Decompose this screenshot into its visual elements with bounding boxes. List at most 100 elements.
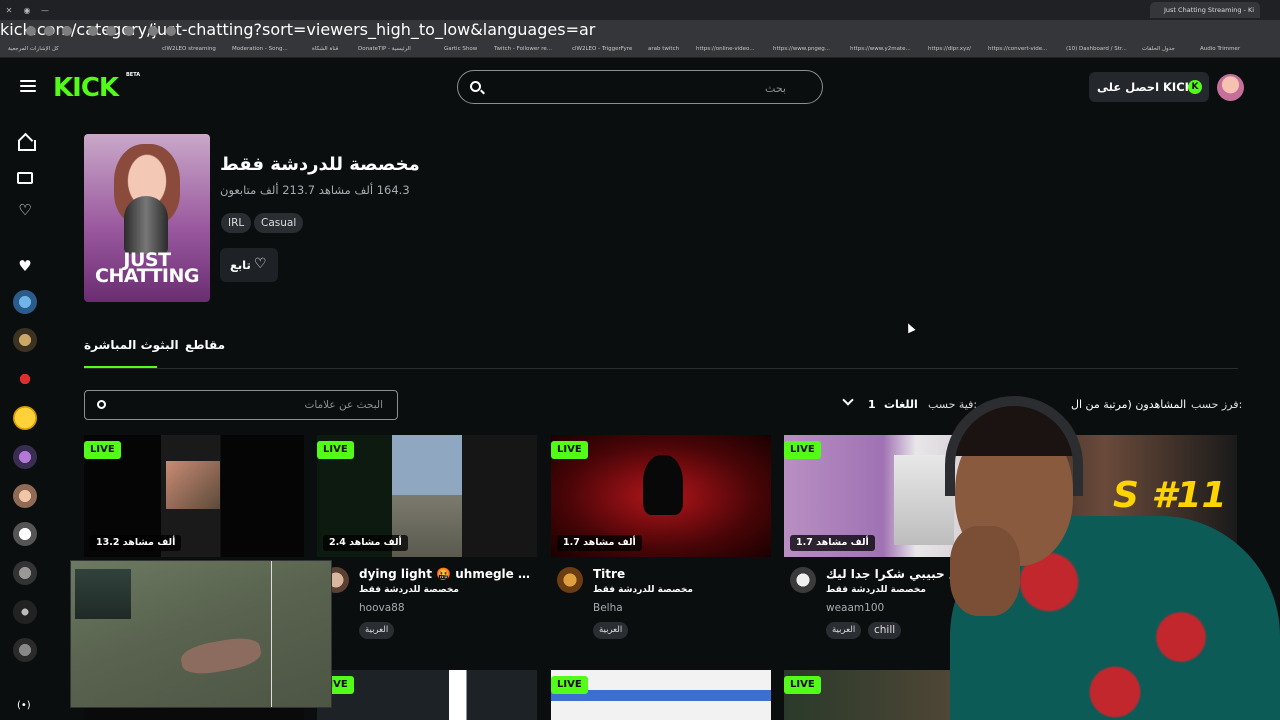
- stream-title[interactable]: dying light 🤬 uhmegle 🤣 ...: [359, 567, 535, 581]
- game-scene: [179, 634, 263, 678]
- category-stats: 164.3 ألف مشاهد 213.7 ألف متابعون: [220, 183, 410, 197]
- followed-channel-avatar[interactable]: [13, 484, 37, 508]
- streamer-avatar[interactable]: [790, 567, 816, 593]
- followed-channel-avatar[interactable]: [13, 328, 37, 352]
- stream-thumbnail[interactable]: LIVE 1.7 ألف مشاهد: [551, 435, 771, 557]
- bookmark-item[interactable]: Twitch - Follower re...: [494, 46, 552, 52]
- game-scene-line: [271, 561, 272, 707]
- tag-search[interactable]: [84, 390, 398, 420]
- browser-tab-active[interactable]: Just Chatting Streaming - Ki: [1150, 2, 1260, 18]
- profile-icon[interactable]: [26, 26, 36, 36]
- category-title: مخصصة للدردشة فقط: [220, 154, 420, 175]
- tab-clips[interactable]: مقاطع: [185, 338, 225, 352]
- category-tag[interactable]: Casual: [254, 213, 304, 233]
- browser-address-bar: kick.com/category/just-chatting?sort=vie…: [0, 20, 1280, 42]
- settings-icon[interactable]: [106, 26, 116, 36]
- tab-favicon-icon[interactable]: ◉: [18, 6, 36, 15]
- bookmark-item[interactable]: https://online-video...: [696, 46, 755, 52]
- bookmark-item[interactable]: https://www.y2mate...: [850, 46, 911, 52]
- bookmark-item[interactable]: Audio Trimmer: [1200, 46, 1240, 52]
- follow-button[interactable]: تابع ♡: [220, 248, 278, 282]
- beta-badge: BETA: [126, 72, 141, 78]
- star-icon[interactable]: [148, 26, 158, 36]
- languages-count: 1: [868, 398, 876, 411]
- extension-icon[interactable]: [62, 26, 72, 36]
- followed-channel-avatar[interactable]: [13, 406, 37, 430]
- headset-icon: [945, 396, 1083, 496]
- category-cover-image: JUST CHATTING: [84, 134, 210, 302]
- tag-search-input[interactable]: [113, 397, 383, 413]
- stream-thumbnail[interactable]: LIVE 2.4 ألف مشاهد: [317, 435, 537, 557]
- stream-tag[interactable]: العربية: [359, 622, 395, 639]
- bookmark-item[interactable]: جدول الحلقات: [1142, 46, 1175, 52]
- thumbnail-content: [166, 461, 220, 509]
- streamer-username[interactable]: hoova88: [359, 602, 405, 614]
- close-tab-icon[interactable]: ✕: [0, 6, 18, 15]
- minimize-icon[interactable]: —: [36, 6, 54, 15]
- site-search[interactable]: [457, 70, 823, 104]
- bookmark-item[interactable]: https://convert-vide...: [988, 46, 1047, 52]
- bookmarks-bar: كل الإشارات المرجعية clW2LEO streaming M…: [0, 42, 1280, 58]
- followed-channel-avatar[interactable]: [13, 638, 37, 662]
- search-icon: [470, 81, 481, 92]
- browser-tab-strip: ✕ ◉ — Just Chatting Streaming - Ki: [0, 0, 1280, 20]
- stream-thumbnail[interactable]: LIVE: [317, 670, 537, 720]
- game-capture-overlay: [70, 560, 332, 708]
- bookmark-item[interactable]: clW2LEO - TriggerFyre: [572, 46, 632, 52]
- stream-title[interactable]: Titre: [593, 567, 769, 581]
- search-icon[interactable]: [166, 26, 176, 36]
- stream-category[interactable]: مخصصة للدردشة فقط: [359, 585, 459, 595]
- followed-channel-avatar[interactable]: [13, 290, 37, 314]
- followed-channels-icon[interactable]: ♥: [17, 258, 33, 274]
- followed-channel-avatar[interactable]: [13, 600, 37, 624]
- get-kicks-button[interactable]: احصل على KICKs K: [1089, 72, 1209, 102]
- bookmark-item[interactable]: قناة الشكاة: [312, 46, 338, 52]
- bookmark-item[interactable]: Moderation - Song...: [232, 46, 288, 52]
- bookmark-item[interactable]: https://www.pngeg...: [773, 46, 830, 52]
- bookmark-item[interactable]: arab twitch: [648, 46, 679, 52]
- bookmark-item[interactable]: Gartic Show: [444, 46, 477, 52]
- tab-live-streams[interactable]: البثوث المباشرة: [84, 338, 179, 352]
- followed-channel-avatar[interactable]: [13, 367, 37, 391]
- category-tag[interactable]: IRL: [221, 213, 252, 233]
- stream-thumbnail[interactable]: LIVE 13.2 ألف مشاهد: [84, 435, 304, 557]
- live-badge: LIVE: [84, 441, 121, 459]
- cover-text: JUST CHATTING: [95, 249, 200, 287]
- bookmark-item[interactable]: https://dlpr.xyz/: [928, 46, 971, 52]
- streamer-username[interactable]: Belha: [593, 602, 623, 614]
- streamer-hand: [950, 526, 1020, 616]
- heart-icon: ♡: [254, 256, 267, 272]
- kick-logo[interactable]: KICK BETA: [53, 72, 140, 103]
- stream-category[interactable]: مخصصة للدردشة فقط: [593, 585, 693, 595]
- stream-tag[interactable]: العربية: [593, 622, 629, 639]
- viewer-count: 13.2 ألف مشاهد: [90, 535, 182, 551]
- followed-channel-avatar[interactable]: [13, 445, 37, 469]
- live-badge: LIVE: [784, 441, 821, 459]
- menu-icon[interactable]: [20, 80, 36, 92]
- browse-icon[interactable]: [17, 172, 33, 184]
- stream-thumbnail[interactable]: LIVE: [551, 670, 771, 720]
- webcam-inset: [75, 569, 131, 619]
- followed-channel-avatar[interactable]: [13, 522, 37, 546]
- followed-channel-avatar[interactable]: [13, 561, 37, 585]
- bookmark-item[interactable]: clW2LEO streaming: [162, 46, 216, 52]
- search-input[interactable]: [486, 79, 786, 97]
- home-icon[interactable]: [17, 134, 36, 151]
- user-avatar[interactable]: [1217, 74, 1244, 101]
- extension-icon[interactable]: [44, 26, 54, 36]
- live-channels-icon[interactable]: (•): [17, 700, 31, 711]
- site-header: KICKBETA احصل على KICKs K: [0, 58, 1280, 114]
- stream-tag[interactable]: العربية: [826, 622, 862, 639]
- bookmark-item[interactable]: كل الإشارات المرجعية: [8, 46, 59, 52]
- extension-icon[interactable]: [124, 26, 134, 36]
- streamer-username[interactable]: weaam100: [826, 602, 884, 614]
- tabs-divider: [84, 368, 1238, 369]
- bookmark-item[interactable]: DonateTIP - الرئيسية: [358, 46, 411, 52]
- bookmark-item[interactable]: (10) Dashboard / Str...: [1066, 46, 1127, 52]
- mouse-cursor-icon: [904, 321, 916, 334]
- streamer-avatar[interactable]: [557, 567, 583, 593]
- extension-icon[interactable]: [88, 26, 98, 36]
- following-heart-icon[interactable]: ♡: [17, 202, 33, 218]
- kicks-coin-icon: K: [1188, 80, 1202, 94]
- microphone-icon: [124, 196, 168, 254]
